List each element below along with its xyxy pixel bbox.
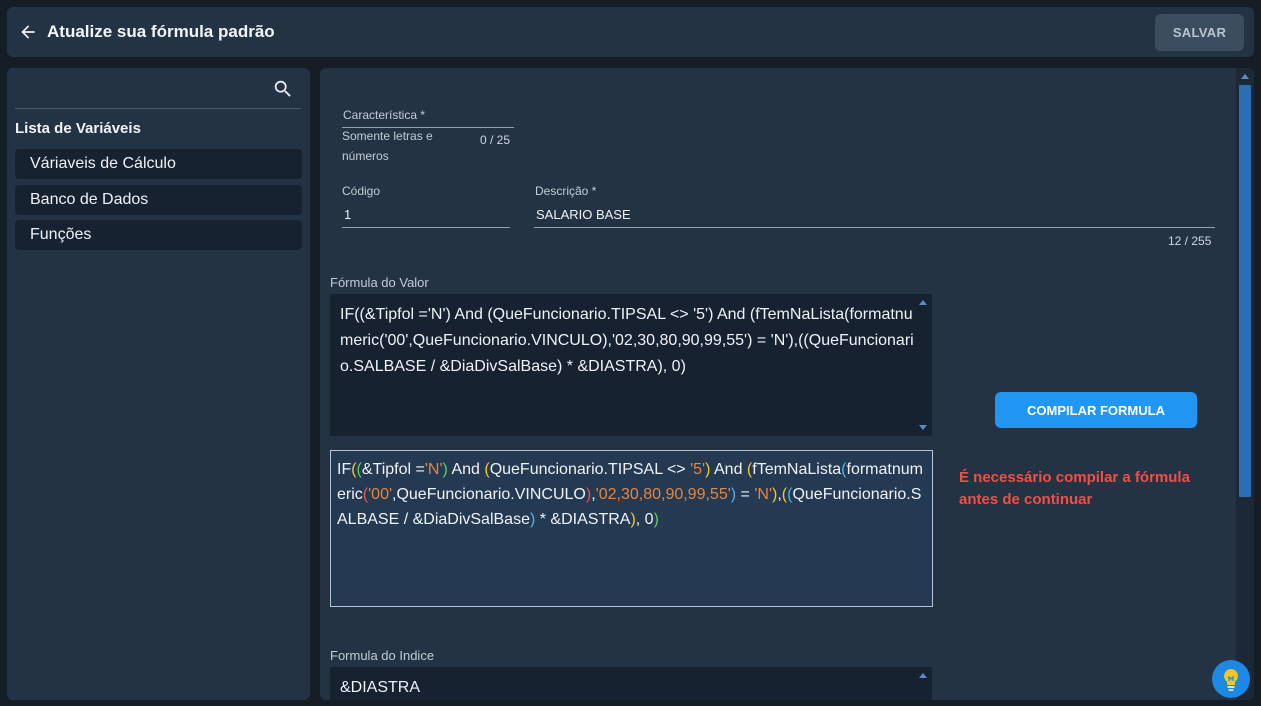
lightbulb-icon xyxy=(1224,669,1238,691)
descricao-counter: 12 / 255 xyxy=(1168,234,1212,248)
formula-indice-textarea[interactable]: &DIASTRA xyxy=(330,667,932,700)
formula-token: QueFuncionario.TIPSAL <> xyxy=(489,461,691,478)
formula-token: 'N' xyxy=(424,461,443,478)
scroll-up-icon[interactable] xyxy=(919,300,927,305)
caracteristica-hint: Somente letras e números xyxy=(342,129,433,163)
compile-warning-text: É necessário compilar a fórmula antes de… xyxy=(959,469,1190,508)
search-icon[interactable] xyxy=(272,78,294,100)
descricao-label: Descrição * xyxy=(535,184,597,198)
variables-sidebar: Lista de Variáveis Váriaveis de Cálculo … xyxy=(7,68,310,700)
top-bar: Atualize sua fórmula padrão SALVAR xyxy=(7,7,1254,57)
scroll-up-icon[interactable] xyxy=(919,673,927,678)
scroll-up-icon[interactable] xyxy=(1241,74,1249,79)
formula-token: And xyxy=(447,461,485,478)
formula-token: '00' xyxy=(368,486,393,503)
sidebar-item-calculo[interactable]: Váriaveis de Cálculo xyxy=(15,149,302,179)
formula-token: '02,30,80,90,99,55' xyxy=(595,486,731,503)
save-button[interactable]: SALVAR xyxy=(1155,14,1244,51)
codigo-field[interactable] xyxy=(342,202,510,228)
page-title: Atualize sua fórmula padrão xyxy=(47,22,275,41)
formula-token: * &DIASTRA xyxy=(535,511,631,528)
caracteristica-counter: 0 / 25 xyxy=(480,133,511,147)
caracteristica-field[interactable] xyxy=(342,108,514,128)
formula-token: ,QueFuncionario.VINCULO xyxy=(392,486,586,503)
highlighted-formula-preview: IF((&Tipfol ='N') And (QueFuncionario.TI… xyxy=(330,450,933,607)
sidebar-item-funcoes[interactable]: Funções xyxy=(15,220,302,250)
formula-valor-label: Fórmula do Valor xyxy=(330,275,429,290)
descricao-field[interactable] xyxy=(534,202,1215,228)
formula-indice-label: Formula do Indice xyxy=(330,648,435,663)
scroll-down-icon[interactable] xyxy=(919,425,927,430)
formula-token: &Tipfol = xyxy=(361,461,425,478)
formula-token: 'N' xyxy=(754,486,773,503)
formula-token: = xyxy=(736,486,755,503)
formula-indice-scrollbar[interactable] xyxy=(914,667,932,700)
formula-valor-text: IF((&Tipfol ='N') And (QueFuncionario.TI… xyxy=(340,306,914,375)
help-button[interactable] xyxy=(1212,660,1250,698)
formula-token: fTemNaLista xyxy=(752,461,842,478)
formula-token: '5' xyxy=(690,461,706,478)
formula-indice-text: &DIASTRA xyxy=(340,679,421,696)
formula-token: , 0 xyxy=(635,511,654,528)
arrow-left-icon[interactable] xyxy=(18,22,38,42)
formula-token: IF xyxy=(337,461,352,478)
compile-formula-button[interactable]: COMPILAR FORMULA xyxy=(995,392,1197,428)
formula-valor-scrollbar[interactable] xyxy=(914,294,932,436)
formula-token: And xyxy=(710,461,747,478)
variable-list-title: Lista de Variáveis xyxy=(15,120,141,137)
search-input[interactable] xyxy=(15,76,301,109)
formula-valor-textarea[interactable]: IF((&Tipfol ='N') And (QueFuncionario.TI… xyxy=(330,294,932,436)
formula-editor-panel: Característica * Somente letras e número… xyxy=(320,68,1254,700)
scrollbar-thumb[interactable] xyxy=(1239,85,1251,497)
formula-token: ) xyxy=(653,511,659,528)
sidebar-item-banco-dados[interactable]: Banco de Dados xyxy=(15,185,302,215)
codigo-label: Código xyxy=(342,184,381,198)
